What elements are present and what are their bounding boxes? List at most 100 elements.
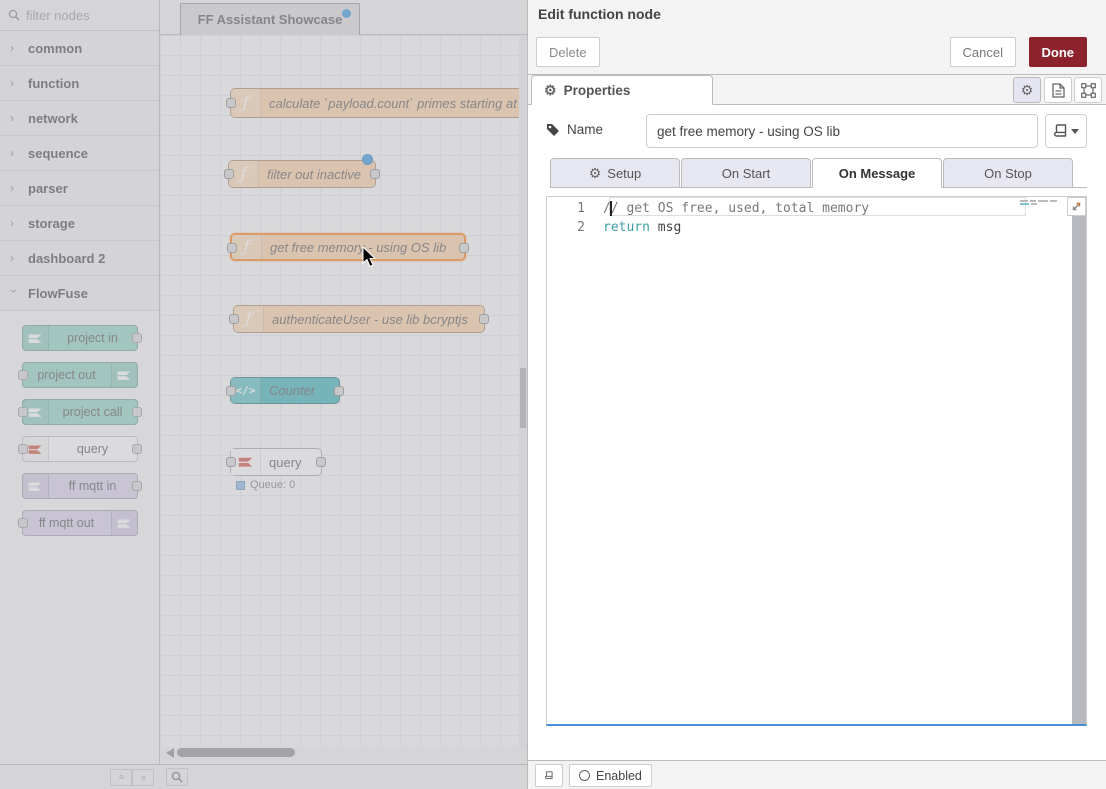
search-icon <box>171 771 183 783</box>
canvas-horizontal-scrollbar[interactable] <box>160 747 520 759</box>
name-input[interactable] <box>646 114 1038 148</box>
flow-canvas[interactable]: ƒ calculate `payload.count` primes start… <box>160 35 520 747</box>
status-indicator <box>236 481 245 490</box>
tab-on-stop[interactable]: On Stop <box>943 158 1073 188</box>
flow-tab-label: FF Assistant Showcase <box>198 12 343 27</box>
edit-description-button[interactable] <box>1044 77 1072 103</box>
node-query-status: Queue: 0 <box>236 479 295 491</box>
scrollbar-thumb[interactable] <box>520 368 526 428</box>
double-chevron-up-icon: » <box>116 775 127 780</box>
palette-node-project-call[interactable]: project call <box>22 399 138 425</box>
node-filter-out-inactive[interactable]: ƒ filter out inactive <box>228 160 376 188</box>
palette-category-function[interactable]: ›function <box>0 66 159 101</box>
palette-flowfuse-section: project in project out project call <box>0 311 159 557</box>
done-button[interactable]: Done <box>1029 37 1088 67</box>
chevron-right-icon: › <box>10 181 18 195</box>
edit-properties-button[interactable]: ⚙ <box>1013 77 1041 103</box>
palette-node-query[interactable]: query <box>22 436 138 462</box>
input-port[interactable] <box>18 518 28 528</box>
output-port[interactable] <box>479 314 489 324</box>
enabled-indicator-icon <box>579 770 590 781</box>
palette-search[interactable]: filter nodes <box>0 0 159 31</box>
node-authenticate-user[interactable]: ƒ authenticateUser - use lib bcryptjs <box>233 305 485 333</box>
node-counter[interactable]: </> Counter <box>230 377 340 404</box>
input-port[interactable] <box>229 314 239 324</box>
workspace-footer <box>160 764 527 789</box>
output-port[interactable] <box>132 333 142 343</box>
book-icon <box>545 769 553 782</box>
tray-footer: Enabled <box>528 760 1106 789</box>
palette-node-project-in[interactable]: project in <box>22 325 138 351</box>
tag-icon <box>546 123 560 137</box>
input-port[interactable] <box>226 457 236 467</box>
flowfuse-icon <box>23 326 49 350</box>
flow-modified-dot <box>342 9 351 18</box>
canvas-vertical-scrollbar[interactable] <box>519 35 527 747</box>
input-port[interactable] <box>224 169 234 179</box>
book-icon <box>1054 124 1067 138</box>
delete-button[interactable]: Delete <box>536 37 600 67</box>
scrollbar-thumb[interactable] <box>177 748 295 757</box>
output-port[interactable] <box>459 243 469 253</box>
input-port[interactable] <box>18 444 28 454</box>
palette-category-parser[interactable]: ›parser <box>0 171 159 206</box>
library-button[interactable] <box>535 764 563 787</box>
output-port[interactable] <box>370 169 380 179</box>
tab-setup[interactable]: ⚙ Setup <box>550 158 680 188</box>
scroll-left-arrow[interactable] <box>166 748 174 758</box>
flow-workspace: FF Assistant Showcase ƒ calculate `paylo… <box>160 0 527 789</box>
tab-on-message[interactable]: On Message <box>812 158 942 188</box>
input-port[interactable] <box>18 370 28 380</box>
tab-properties[interactable]: ⚙ Properties <box>531 75 713 105</box>
output-port[interactable] <box>334 386 344 396</box>
input-port[interactable] <box>226 98 236 108</box>
cancel-button[interactable]: Cancel <box>950 37 1016 67</box>
node-calculate-primes[interactable]: ƒ calculate `payload.count` primes start… <box>230 88 520 118</box>
tab-on-start[interactable]: On Start <box>681 158 811 188</box>
node-get-free-memory[interactable]: ƒ get free memory - using OS lib <box>230 233 466 261</box>
palette-category-flowfuse[interactable]: ›FlowFuse <box>0 276 159 311</box>
chevron-right-icon: › <box>10 111 18 125</box>
palette-category-storage[interactable]: ›storage <box>0 206 159 241</box>
search-flows-button[interactable] <box>166 768 188 786</box>
output-port[interactable] <box>132 407 142 417</box>
palette-node-ff-mqtt-in[interactable]: ff mqtt in <box>22 473 138 499</box>
line-number: 1 <box>547 199 603 218</box>
editor-expand-button[interactable] <box>1067 197 1086 216</box>
palette-category-network[interactable]: ›network <box>0 101 159 136</box>
output-port[interactable] <box>132 481 142 491</box>
code-editor[interactable]: 1 // get OS free, used, total memory 2 r… <box>546 196 1087 726</box>
editor-minimap <box>1020 200 1064 210</box>
library-dropdown-button[interactable] <box>1045 114 1087 148</box>
expand-all-button[interactable]: » <box>132 769 154 786</box>
chevron-right-icon: › <box>10 216 18 230</box>
collapse-all-button[interactable]: » <box>110 769 132 786</box>
editor-scrollbar[interactable] <box>1072 216 1086 724</box>
flow-tab-bar: FF Assistant Showcase <box>160 0 527 35</box>
enabled-toggle-button[interactable]: Enabled <box>569 764 652 787</box>
chevron-right-icon: › <box>10 146 18 160</box>
output-port[interactable] <box>316 457 326 467</box>
input-port[interactable] <box>18 407 28 417</box>
function-tabs: ⚙ Setup On Start On Message On Stop <box>550 158 1087 188</box>
tray-title: Edit function node <box>538 6 661 22</box>
palette-category-dashboard2[interactable]: ›dashboard 2 <box>0 241 159 276</box>
tray-toolbar: Delete Cancel Done <box>528 28 1106 75</box>
input-port[interactable] <box>226 386 236 396</box>
palette-node-ff-mqtt-out[interactable]: ff mqtt out <box>22 510 138 536</box>
gear-icon: ⚙ <box>544 83 557 97</box>
node-query[interactable]: query <box>230 448 322 476</box>
input-port[interactable] <box>227 243 237 253</box>
palette-category-common[interactable]: ›common <box>0 31 159 66</box>
tray-header: Edit function node <box>528 0 1106 28</box>
palette-node-project-out[interactable]: project out <box>22 362 138 388</box>
edit-appearance-button[interactable] <box>1074 77 1102 103</box>
output-port[interactable] <box>132 444 142 454</box>
flowfuse-icon <box>111 363 137 387</box>
flow-tab[interactable]: FF Assistant Showcase <box>180 3 360 35</box>
chevron-down-icon <box>1071 129 1079 134</box>
palette-footer: » » <box>0 764 160 789</box>
palette-sidebar: filter nodes ›common ›function ›network … <box>0 0 160 789</box>
palette-category-sequence[interactable]: ›sequence <box>0 136 159 171</box>
search-icon <box>8 9 20 21</box>
